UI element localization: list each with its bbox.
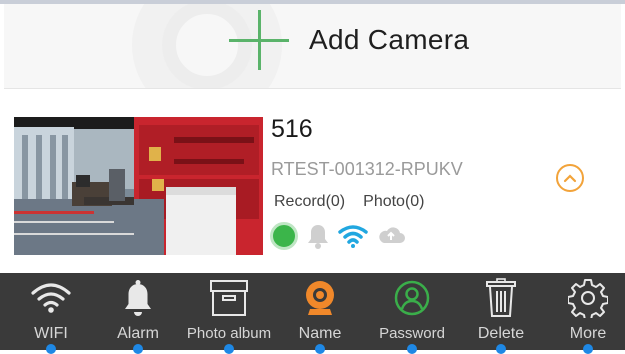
- bell-icon: [308, 225, 328, 249]
- indicator-dot: [133, 344, 143, 354]
- bottom-toolbar: WIFI Alarm Photo album Name Password Del…: [0, 273, 625, 354]
- camera-snapshot-thumbnail[interactable]: [14, 117, 263, 255]
- cloud-icon: [379, 227, 405, 243]
- wifi-icon: [31, 283, 71, 313]
- toolbar-password-button[interactable]: Password: [370, 273, 454, 354]
- plus-icon: [229, 10, 289, 70]
- add-camera-bar: Add Camera: [4, 4, 621, 88]
- camera-status-icons: [270, 222, 406, 250]
- indicator-dot: [46, 344, 56, 354]
- toolbar-name-label: Name: [298, 325, 342, 342]
- online-dot-icon: [270, 222, 298, 250]
- camera-counts: Record(0) Photo(0): [274, 193, 425, 211]
- user-icon: [394, 280, 430, 316]
- toolbar-wifi-button[interactable]: WIFI: [24, 273, 78, 354]
- toolbar-photo-album-button[interactable]: Photo album: [180, 273, 278, 354]
- toolbar-delete-label: Delete: [477, 325, 525, 342]
- indicator-dot: [224, 344, 234, 354]
- toolbar-wifi-label: WIFI: [34, 325, 68, 342]
- toolbar-delete-button[interactable]: Delete: [470, 273, 532, 354]
- toolbar-more-button[interactable]: More: [560, 273, 616, 354]
- toolbar-photo-album-label: Photo album: [186, 325, 272, 342]
- camera-id: RTEST-001312-RPUKV: [271, 159, 463, 179]
- toolbar-alarm-label: Alarm: [117, 325, 159, 342]
- indicator-dot: [407, 344, 417, 354]
- camera-card[interactable]: 516 RTEST-001312-RPUKV Record(0) Photo(0…: [4, 89, 621, 273]
- photo-count-link[interactable]: Photo(0): [363, 193, 424, 211]
- wifi-icon: [338, 225, 368, 248]
- record-count-link[interactable]: Record(0): [274, 193, 345, 211]
- expand-chevron-up-icon[interactable]: [556, 164, 584, 192]
- indicator-dot: [315, 344, 325, 354]
- add-camera-button[interactable]: Add Camera: [229, 4, 469, 76]
- archive-box-icon: [210, 280, 248, 316]
- indicator-dot: [496, 344, 506, 354]
- toolbar-password-label: Password: [379, 325, 445, 342]
- gear-icon: [568, 279, 608, 318]
- add-camera-label: Add Camera: [309, 24, 470, 55]
- toolbar-name-button[interactable]: Name: [292, 273, 348, 354]
- toolbar-alarm-button[interactable]: Alarm: [110, 273, 166, 354]
- bell-icon: [125, 280, 151, 316]
- trash-icon: [486, 278, 516, 317]
- indicator-dot: [583, 344, 593, 354]
- camera-name: 516: [271, 115, 313, 143]
- camera-lens-icon: [306, 281, 334, 315]
- toolbar-more-label: More: [569, 325, 607, 342]
